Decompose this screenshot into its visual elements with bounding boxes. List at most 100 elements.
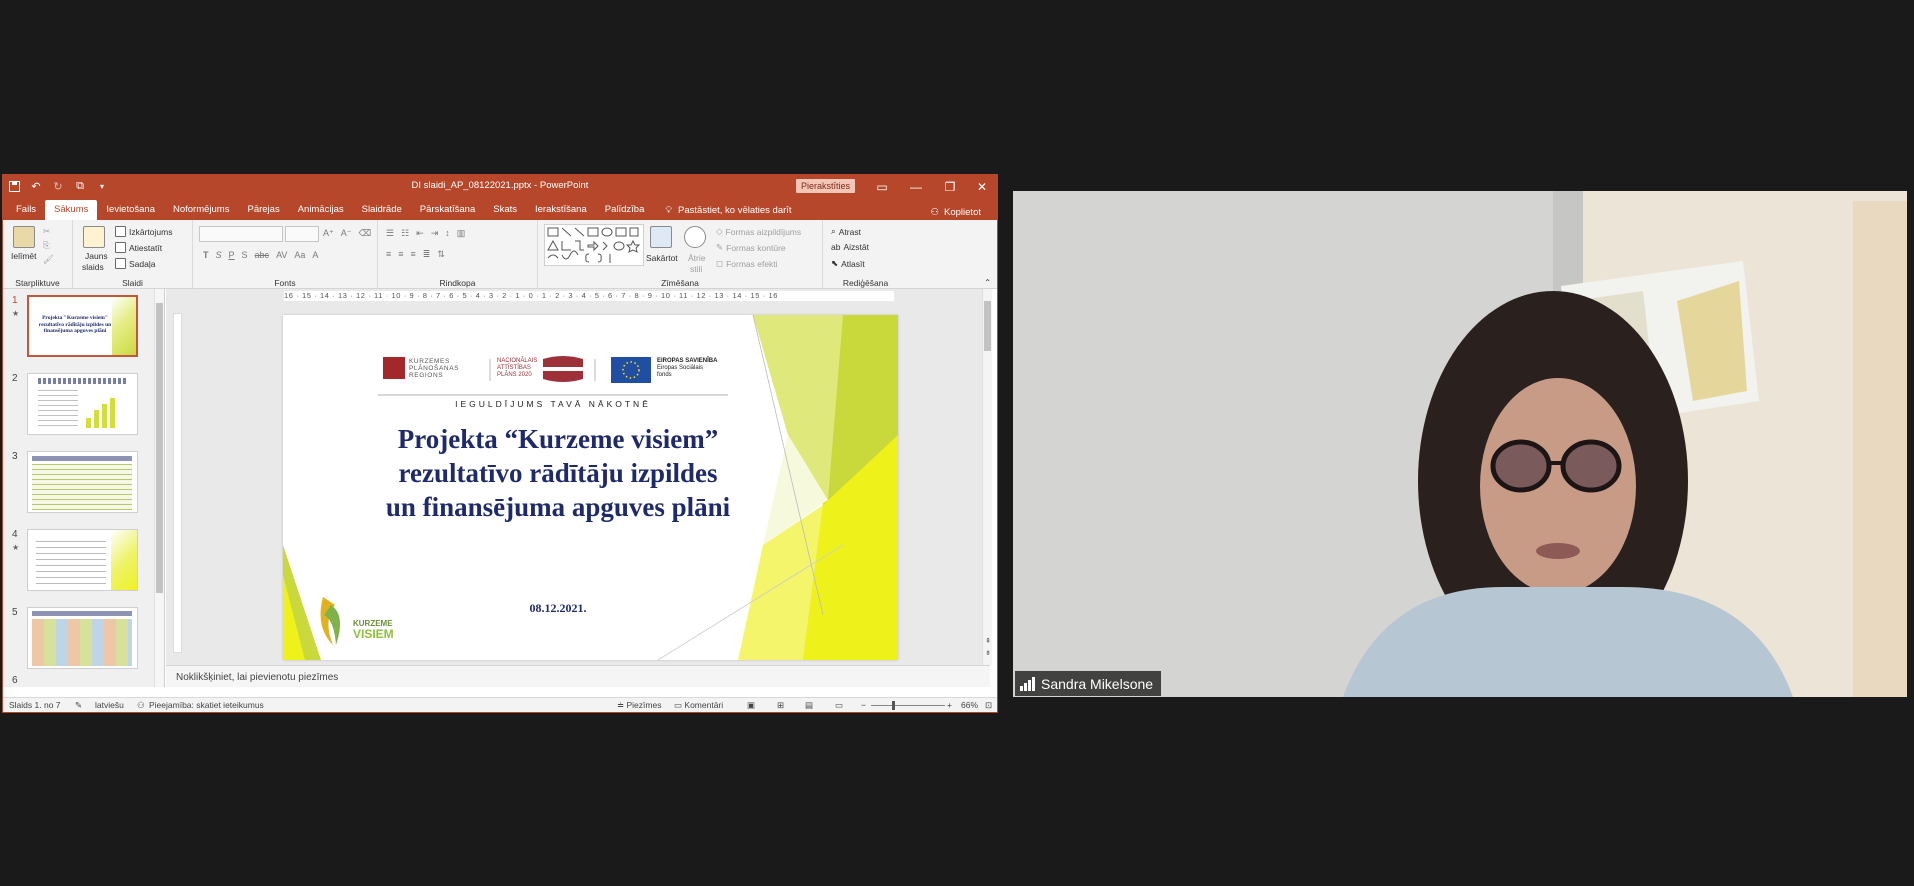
sign-in-button[interactable]: Pierakstīties <box>796 179 856 193</box>
shape-outline-button[interactable]: ✎ Formas kontūre <box>716 242 786 253</box>
reading-view-icon[interactable]: ▤ <box>805 700 813 711</box>
slide-thumbnail-1[interactable]: Projekta "Kurzeme visiem" rezultatīvo rā… <box>27 295 138 357</box>
arrange-button[interactable]: Sakārtot <box>646 253 678 263</box>
new-slide-label-2[interactable]: slaids <box>82 262 104 272</box>
tab-insert[interactable]: Ievietošana <box>97 200 164 220</box>
quick-styles-label-1[interactable]: Ātrie <box>688 253 705 263</box>
normal-view-icon[interactable]: ▣ <box>747 700 755 711</box>
tab-view[interactable]: Skats <box>484 200 526 220</box>
shape-effects-button[interactable]: ◻ Formas efekti <box>716 258 778 269</box>
underline-icon[interactable]: P <box>229 250 235 260</box>
font-name-combo[interactable] <box>199 226 283 242</box>
format-painter-icon[interactable]: 🖌︎ <box>43 254 54 265</box>
new-slide-icon[interactable] <box>83 226 105 248</box>
reset-button[interactable]: Atiestatīt <box>115 242 162 253</box>
tab-animations[interactable]: Animācijas <box>289 200 353 220</box>
align-left-icon[interactable]: ≡ <box>386 249 391 260</box>
tab-slideshow[interactable]: Slaidrāde <box>353 200 411 220</box>
columns-icon[interactable]: ▥ <box>457 228 466 239</box>
clear-format-icon[interactable]: ⌫ <box>359 228 372 239</box>
slide-thumbnail-3[interactable] <box>27 451 138 513</box>
shape-fill-button[interactable]: ◇ Formas aizpildījums <box>716 226 801 237</box>
select-button[interactable]: ⬉ Atlasīt <box>831 258 865 269</box>
layout-button[interactable]: Izkārtojums <box>115 226 172 237</box>
slide-sorter-icon[interactable]: ⊞ <box>777 700 784 711</box>
zoom-out-icon[interactable]: − <box>861 700 866 710</box>
bold-icon[interactable]: T <box>203 250 209 260</box>
tab-file[interactable]: Fails <box>7 200 45 220</box>
zoom-level[interactable]: 66% <box>961 700 978 710</box>
notes-pane[interactable]: Noklikšķiniet, lai pievienotu piezīmes <box>166 665 990 687</box>
thumbnails-scroll-thumb[interactable] <box>156 303 163 593</box>
arrange-icon[interactable] <box>650 226 672 248</box>
shapes-gallery[interactable] <box>544 224 644 266</box>
fit-to-window-icon[interactable]: ⊡ <box>985 700 992 711</box>
presentation-start-icon[interactable]: ⧉ <box>69 175 91 198</box>
decrease-indent-icon[interactable]: ⇤ <box>416 228 424 239</box>
replace-button[interactable]: ab Aizstāt <box>831 242 869 252</box>
minimize-icon[interactable]: — <box>899 175 933 198</box>
find-button[interactable]: ⌕ Atrast <box>831 226 861 237</box>
restore-icon[interactable]: ❐ <box>933 175 967 198</box>
zoom-in-icon[interactable]: + <box>947 700 952 710</box>
tab-home[interactable]: Sākums <box>45 200 98 220</box>
paste-icon[interactable] <box>13 226 35 248</box>
font-size-combo[interactable] <box>285 226 319 242</box>
line-spacing-icon[interactable]: ↕ <box>445 228 450 239</box>
ribbon-display-options-icon[interactable]: ▭ <box>865 175 899 198</box>
tab-design[interactable]: Noformējums <box>164 200 239 220</box>
next-slide-icon[interactable]: ⇟ <box>983 649 993 657</box>
slide-thumbnail-4[interactable] <box>27 529 138 591</box>
cut-icon[interactable]: ✂ <box>43 226 50 237</box>
align-right-icon[interactable]: ≡ <box>411 249 416 260</box>
quick-styles-label-2[interactable]: stili <box>690 264 702 274</box>
close-icon[interactable]: ✕ <box>965 175 997 198</box>
slideshow-view-icon[interactable]: ▭ <box>835 700 843 711</box>
text-direction-icon[interactable]: ⇅ <box>437 249 445 260</box>
strikethrough-icon[interactable]: abc <box>255 250 270 260</box>
tab-help[interactable]: Palīdzība <box>596 200 654 220</box>
tell-me-search[interactable]: 💡︎ Pastāstiet, ko vēlaties darīt <box>653 200 791 220</box>
new-slide-label-1[interactable]: Jauns <box>85 251 108 261</box>
char-spacing-icon[interactable]: AV <box>276 250 287 260</box>
undo-icon[interactable]: ↶ <box>25 175 47 198</box>
increase-indent-icon[interactable]: ⇥ <box>431 228 439 239</box>
customize-toolbar-icon[interactable]: ▾ <box>91 175 113 198</box>
font-grow-icon[interactable]: A⁺ <box>323 228 334 239</box>
notes-toggle[interactable]: ≐ Piezīmes <box>617 700 661 711</box>
shadow-icon[interactable]: S <box>242 250 248 260</box>
zoom-slider[interactable] <box>871 705 945 706</box>
zoom-slider-thumb[interactable] <box>892 701 895 710</box>
slide-thumbnail-2[interactable] <box>27 373 138 435</box>
align-center-icon[interactable]: ≡ <box>398 249 403 260</box>
bullets-icon[interactable]: ☰ <box>386 228 394 239</box>
change-case-icon[interactable]: Aa <box>294 250 305 260</box>
paste-button[interactable]: Ielīmēt <box>11 251 37 261</box>
editor-scrollbar[interactable]: ⇞ ⇟ <box>982 289 992 665</box>
accessibility-status[interactable]: Pieejamība: skatiet ieteikumus <box>149 700 264 710</box>
font-color-icon[interactable]: A <box>312 250 318 260</box>
justify-icon[interactable]: ≣ <box>423 249 431 260</box>
redo-icon[interactable]: ↻ <box>47 175 69 198</box>
editor-scroll-thumb[interactable] <box>984 301 991 351</box>
prev-slide-icon[interactable]: ⇞ <box>983 637 993 645</box>
italic-icon[interactable]: S <box>216 250 222 260</box>
section-button[interactable]: Sadaļa <box>115 258 155 269</box>
copy-icon[interactable]: ⎘ <box>43 240 50 251</box>
save-icon[interactable] <box>3 175 25 198</box>
spelling-icon[interactable]: ✎ <box>75 700 82 711</box>
share-button[interactable]: ⚇ Koplietot <box>930 207 981 218</box>
tab-review[interactable]: Pārskatīšana <box>411 200 484 220</box>
tab-recording[interactable]: Ierakstīšana <box>526 200 596 220</box>
quick-styles-icon[interactable] <box>684 226 706 248</box>
tab-transitions[interactable]: Pārejas <box>238 200 288 220</box>
language[interactable]: latviešu <box>95 700 124 710</box>
thumbnails-scrollbar[interactable] <box>154 289 164 687</box>
collapse-ribbon-icon[interactable]: ⌃ <box>984 278 991 287</box>
font-shrink-icon[interactable]: A⁻ <box>341 228 352 239</box>
numbering-icon[interactable]: ☷ <box>401 228 409 239</box>
current-slide[interactable]: KURZEMES PLĀNOŠANAS REGIONS NACIONĀLAIS … <box>283 315 898 660</box>
font-grow-shrink[interactable]: A⁺ A⁻ ⌫ <box>323 228 371 239</box>
comments-toggle[interactable]: ▭ Komentāri <box>674 700 723 711</box>
slide-thumbnail-5[interactable] <box>27 607 138 669</box>
